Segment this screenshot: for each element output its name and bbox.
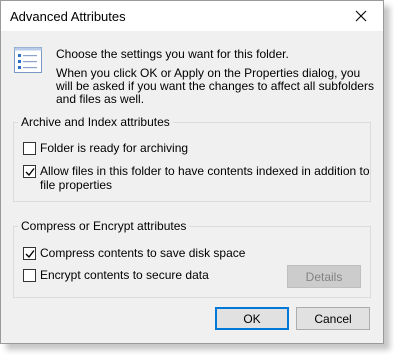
indexing-checkbox-label[interactable]: Allow files in this folder to have conte…: [40, 164, 370, 192]
intro-line-1: Choose the settings you want for this fo…: [56, 47, 289, 61]
window-title: Advanced Attributes: [10, 9, 126, 24]
ok-button[interactable]: OK: [215, 307, 289, 330]
compress-encrypt-group-label: Compress or Encrypt attributes: [18, 219, 190, 233]
encrypt-checkbox-label[interactable]: Encrypt contents to secure data: [40, 268, 209, 282]
checkmark-icon: [25, 168, 35, 177]
compress-checkbox[interactable]: [23, 247, 36, 260]
compress-checkbox-label[interactable]: Compress contents to save disk space: [40, 246, 245, 260]
intro-line-2: When you click OK or Apply on the Proper…: [56, 66, 374, 106]
advanced-attributes-dialog: Advanced Attributes Choose the settings …: [0, 0, 384, 344]
indexing-checkbox[interactable]: [23, 165, 36, 178]
archive-index-group-label: Archive and Index attributes: [18, 115, 173, 129]
checkmark-icon: [25, 250, 35, 259]
encrypt-checkbox[interactable]: [23, 269, 36, 282]
close-button[interactable]: [341, 1, 381, 31]
cancel-button[interactable]: Cancel: [296, 307, 370, 330]
title-bar[interactable]: Advanced Attributes: [1, 1, 383, 31]
settings-document-icon: [14, 47, 42, 73]
close-icon: [355, 10, 367, 22]
archiving-checkbox-label[interactable]: Folder is ready for archiving: [40, 141, 188, 155]
details-button[interactable]: Details: [287, 265, 361, 288]
archiving-checkbox[interactable]: [23, 142, 36, 155]
